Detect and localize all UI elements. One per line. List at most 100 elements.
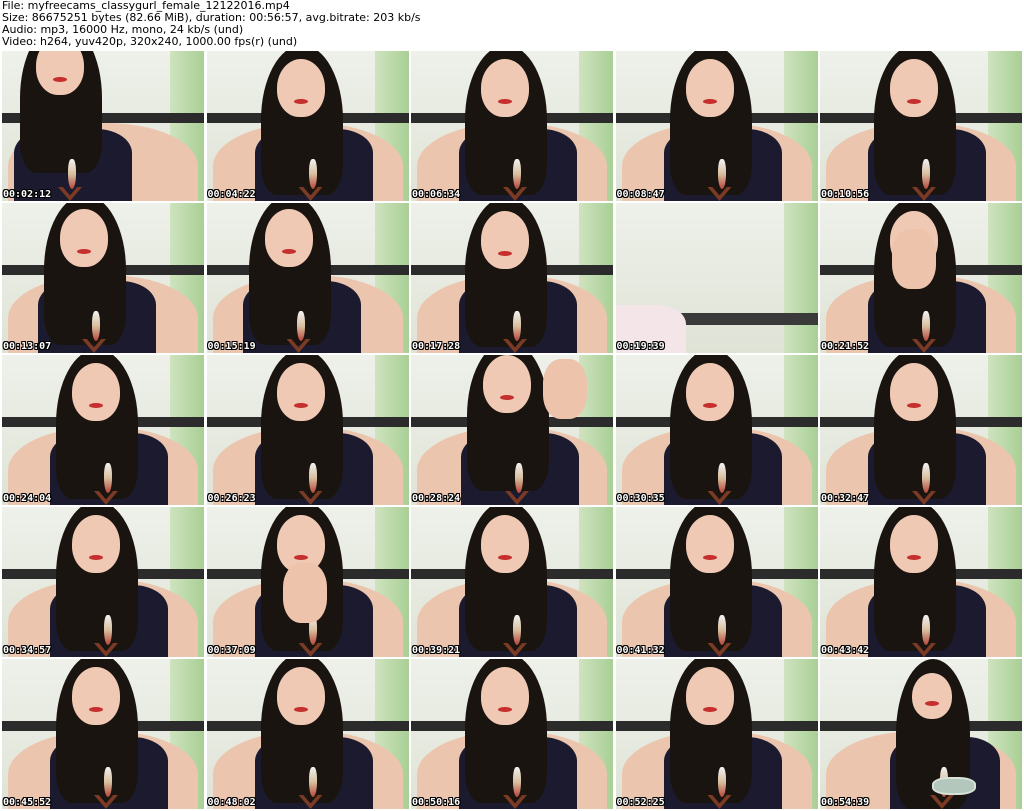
thumbnail-frame-image: [820, 355, 1022, 505]
thumbnail-timestamp: 00:21:52: [821, 341, 870, 352]
frame-lips: [925, 701, 939, 706]
thumbnail-timestamp: 00:26:23: [207, 493, 256, 504]
frame-curtain: [783, 203, 818, 353]
frame-lips: [498, 251, 512, 256]
frame-lips: [907, 403, 921, 408]
frame-face: [890, 363, 938, 421]
thumbnail-frame-image: [2, 659, 204, 809]
frame-pendant: [296, 311, 305, 341]
frame-pendant: [515, 463, 523, 493]
frame-face: [481, 59, 529, 117]
video-thumbnail: 00:13:07: [2, 203, 204, 353]
video-thumbnail: 00:30:35: [615, 355, 818, 505]
thumbnail-frame-image: [411, 507, 613, 657]
frame-pendant: [922, 615, 930, 645]
thumbnail-timestamp: 00:10:56: [821, 189, 870, 200]
frame-lips: [77, 249, 91, 254]
frame-face: [483, 355, 531, 413]
frame-pendant: [68, 159, 76, 189]
thumbnail-frame-image: [206, 659, 409, 809]
frame-face: [685, 515, 734, 573]
video-thumbnail: 00:28:24: [411, 355, 613, 505]
video-thumbnail: 00:02:12: [2, 51, 204, 201]
video-thumbnail: 00:08:47: [615, 51, 818, 201]
video-info-line: Video: h264, yuv420p, 320x240, 1000.00 f…: [2, 35, 298, 48]
thumbnail-timestamp: 00:08:47: [616, 189, 665, 200]
thumbnail-frame-image: [2, 507, 204, 657]
thumbnail-timestamp: 00:15:19: [207, 341, 256, 352]
frame-face: [276, 363, 325, 421]
frame-lips: [500, 395, 514, 400]
thumbnail-timestamp: 00:48:02: [207, 797, 256, 808]
thumbnail-frame-image: [2, 203, 204, 353]
frame-lips: [281, 249, 296, 254]
thumbnail-frame-image: [820, 659, 1022, 809]
video-thumbnail: 00:52:25: [615, 659, 818, 809]
video-thumbnail: 00:41:32: [615, 507, 818, 657]
video-thumbnail: 00:39:21: [411, 507, 613, 657]
frame-face: [912, 673, 952, 719]
video-thumbnail: 00:48:02: [206, 659, 409, 809]
thumbnail-frame-image: [411, 51, 613, 201]
frame-face: [685, 667, 734, 725]
thumbnail-frame-image: [206, 355, 409, 505]
thumbnail-frame-image: [206, 51, 409, 201]
frame-lips: [702, 403, 717, 408]
video-thumbnail: 00:43:42: [820, 507, 1022, 657]
thumbnail-timestamp: 00:06:34: [412, 189, 461, 200]
frame-pendant: [513, 615, 521, 645]
frame-lips: [907, 99, 921, 104]
frame-pendant: [922, 311, 930, 341]
frame-face: [890, 59, 938, 117]
frame-pendant: [104, 463, 112, 493]
frame-lips: [498, 707, 512, 712]
video-thumbnail: 00:45:52: [2, 659, 204, 809]
thumbnail-frame-image: [820, 507, 1022, 657]
thumbnail-frame-image: [2, 355, 204, 505]
thumbnail-timestamp: 00:17:28: [412, 341, 461, 352]
frame-lips: [293, 707, 308, 712]
thumbnail-timestamp: 00:28:24: [412, 493, 461, 504]
thumbnail-timestamp: 00:02:12: [3, 189, 52, 200]
frame-lips: [53, 77, 67, 82]
frame-pendant: [104, 767, 112, 797]
thumbnail-grid: 00:02:12 00:04:22 00:06:34 00:08:47 00:10:56…: [2, 51, 1022, 811]
frame-pendant: [92, 311, 100, 341]
thumbnail-frame-image: [615, 659, 818, 809]
thumbnail-frame-image: [615, 51, 818, 201]
thumbnail-timestamp: 00:04:22: [207, 189, 256, 200]
thumbnail-frame-image: [411, 659, 613, 809]
frame-pendant: [922, 159, 930, 189]
frame-lips: [293, 403, 308, 408]
video-thumbnail: 00:15:19: [206, 203, 409, 353]
thumbnail-frame-image: [411, 355, 613, 505]
thumbnail-timestamp: 00:19:39: [616, 341, 665, 352]
frame-pendant: [922, 463, 930, 493]
frame-face: [276, 59, 325, 117]
frame-pendant: [513, 767, 521, 797]
thumbnail-timestamp: 00:34:57: [3, 645, 52, 656]
thumbnail-timestamp: 00:13:07: [3, 341, 52, 352]
frame-lips: [498, 99, 512, 104]
frame-face: [481, 515, 529, 573]
frame-pendant: [104, 615, 112, 645]
thumbnail-frame-image: [615, 355, 818, 505]
thumbnail-timestamp: 00:37:09: [207, 645, 256, 656]
thumbnail-timestamp: 00:50:16: [412, 797, 461, 808]
frame-face: [72, 363, 120, 421]
video-thumbnail: 00:50:16: [411, 659, 613, 809]
file-info-header: File: myfreecams_classygurl_female_12122…: [2, 0, 1022, 50]
thumbnail-timestamp: 00:45:52: [3, 797, 52, 808]
frame-face: [264, 209, 313, 267]
thumbnail-timestamp: 00:32:47: [821, 493, 870, 504]
thumbnail-timestamp: 00:43:42: [821, 645, 870, 656]
frame-hand: [282, 563, 327, 623]
video-thumbnail: 00:04:22: [206, 51, 409, 201]
video-thumbnail: 00:32:47: [820, 355, 1022, 505]
frame-face: [890, 515, 938, 573]
frame-face: [60, 209, 108, 267]
video-thumbnail: 00:06:34: [411, 51, 613, 201]
thumbnail-frame-image: [820, 51, 1022, 201]
video-thumbnail: 00:17:28: [411, 203, 613, 353]
video-thumbnail: 00:37:09: [206, 507, 409, 657]
